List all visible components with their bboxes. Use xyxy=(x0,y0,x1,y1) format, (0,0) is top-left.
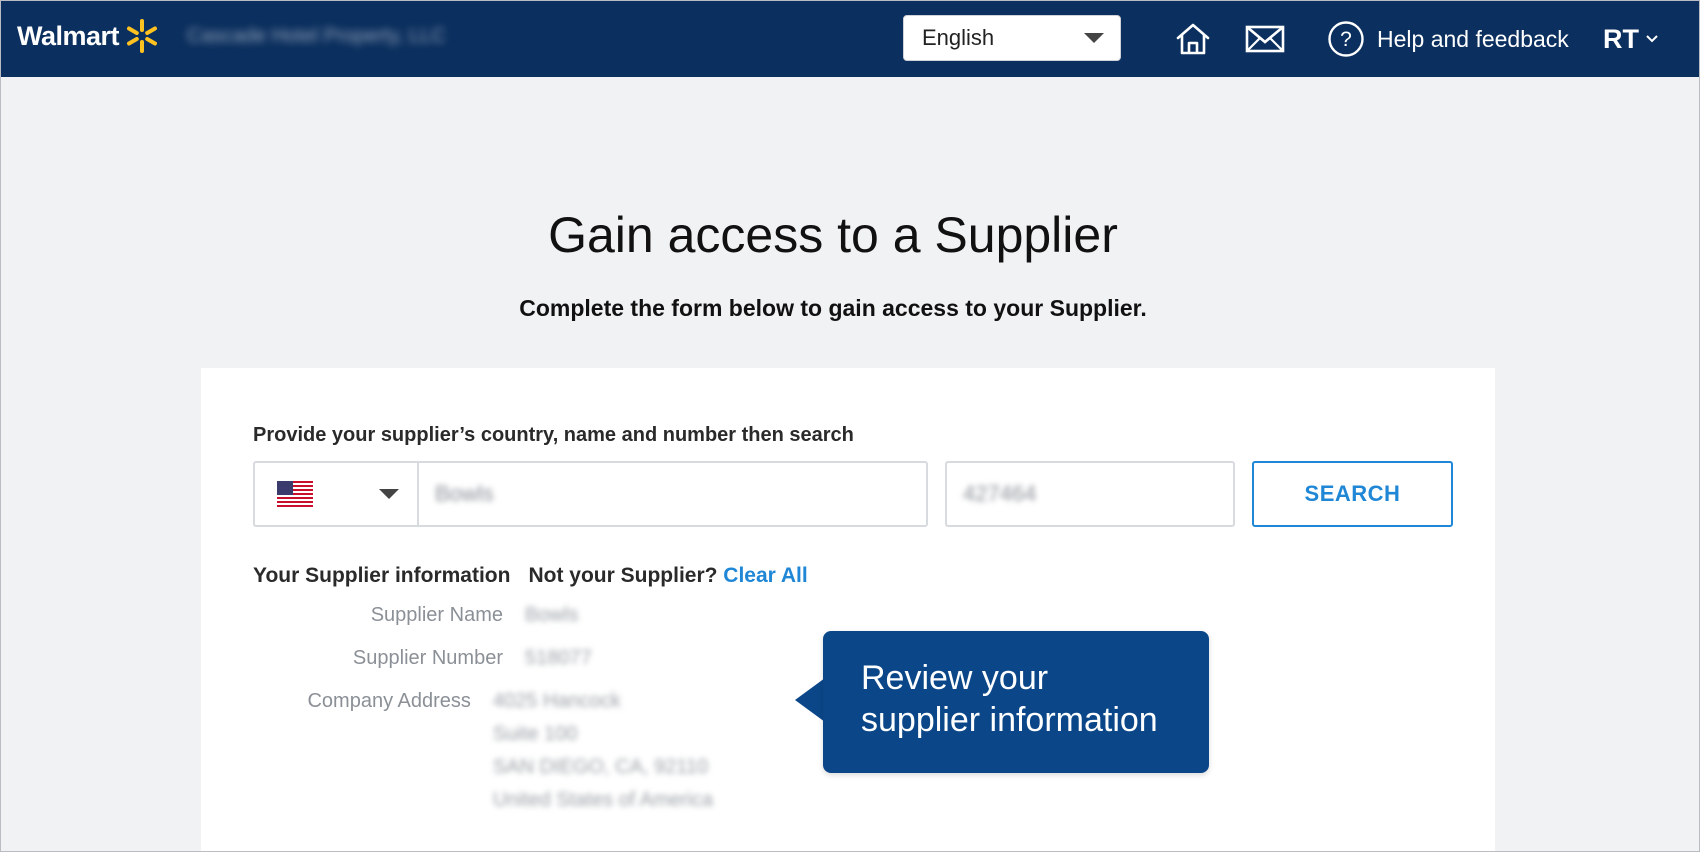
svg-text:?: ? xyxy=(1340,28,1352,51)
supplier-name-value: Bowls xyxy=(525,604,579,626)
supplier-info-heading: Your Supplier information xyxy=(253,564,511,587)
help-feedback-link[interactable]: ? Help and feedback xyxy=(1327,17,1569,61)
help-icon: ? xyxy=(1328,21,1364,57)
supplier-number-input[interactable] xyxy=(947,463,1233,525)
app-window: Walmart Cascade Hotel Property, LLC Engl… xyxy=(0,0,1700,852)
us-flag-icon xyxy=(277,481,313,507)
country-select[interactable] xyxy=(255,463,419,525)
walmart-spark-icon xyxy=(127,19,158,53)
supplier-search-card: Provide your supplier’s country, name an… xyxy=(201,368,1495,851)
search-button[interactable]: SEARCH xyxy=(1252,461,1453,527)
company-address-row: Company Address 4025 Hancock Suite 100 S… xyxy=(253,690,713,812)
callout-arrow xyxy=(795,678,825,722)
supplier-number-field xyxy=(945,461,1235,527)
not-your-supplier: Not your Supplier? Clear All xyxy=(528,564,807,588)
supplier-number-row: Supplier Number 518077 xyxy=(253,647,713,670)
clear-all-link[interactable]: Clear All xyxy=(723,564,807,587)
company-name: Cascade Hotel Property, LLC xyxy=(187,25,446,47)
user-menu[interactable]: RT xyxy=(1603,19,1659,59)
page-subtitle: Complete the form below to gain access t… xyxy=(519,295,1147,321)
callout-line-2: supplier information xyxy=(861,701,1158,739)
messages-button[interactable] xyxy=(1243,17,1287,61)
mail-icon xyxy=(1245,25,1285,53)
home-button[interactable] xyxy=(1171,17,1215,61)
company-address-label: Company Address xyxy=(307,690,471,712)
page-title: Gain access to a Supplier xyxy=(548,207,1118,263)
supplier-name-input[interactable] xyxy=(419,463,924,525)
help-label: Help and feedback xyxy=(1377,25,1569,52)
not-your-supplier-text: Not your Supplier? xyxy=(528,564,718,587)
supplier-name-label: Supplier Name xyxy=(370,604,503,626)
callout-line-1: Review your xyxy=(861,659,1049,697)
user-initials: RT xyxy=(1603,23,1639,54)
supplier-name-row: Supplier Name Bowls xyxy=(253,604,713,627)
address-line: 4025 Hancock xyxy=(492,690,621,712)
chevron-down-icon xyxy=(1084,33,1104,43)
company-address-lines: 4025 Hancock Suite 100 SAN DIEGO, CA, 92… xyxy=(493,690,713,812)
address-line: SAN DIEGO, CA, 92110 xyxy=(492,756,709,778)
review-info-callout: Review your supplier information xyxy=(823,631,1209,773)
supplier-info-header: Your Supplier information Not your Suppl… xyxy=(253,564,808,588)
logo-text: Walmart xyxy=(17,20,120,51)
chevron-down-icon xyxy=(1646,35,1658,43)
language-select[interactable]: English xyxy=(903,15,1121,61)
supplier-number-value: 518077 xyxy=(525,647,592,669)
address-line: Suite 100 xyxy=(492,723,578,745)
country-name-field xyxy=(253,461,928,527)
search-instructions: Provide your supplier’s country, name an… xyxy=(253,424,854,446)
top-nav-bar: Walmart Cascade Hotel Property, LLC Engl… xyxy=(1,1,1699,77)
supplier-number-label: Supplier Number xyxy=(352,647,503,669)
walmart-logo[interactable]: Walmart xyxy=(17,19,159,53)
address-line: United States of America xyxy=(492,789,713,811)
home-icon xyxy=(1176,23,1210,55)
chevron-down-icon xyxy=(379,489,399,499)
language-selected: English xyxy=(922,25,995,50)
